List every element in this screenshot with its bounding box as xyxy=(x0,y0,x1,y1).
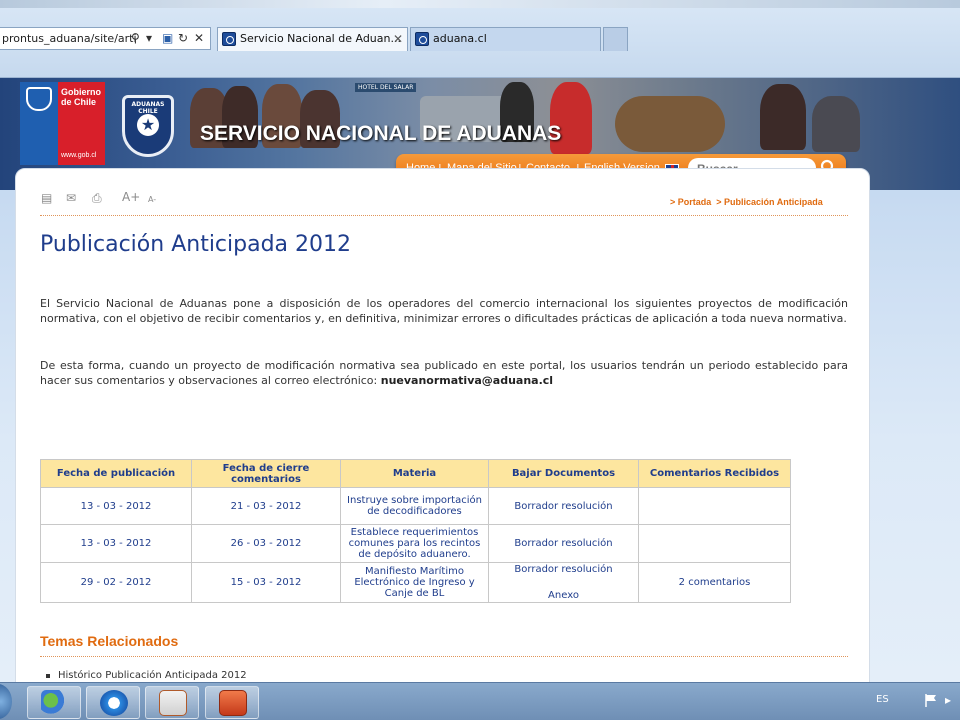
chevron-down-icon[interactable]: ▾ xyxy=(146,28,152,49)
col-header-materia: Materia xyxy=(340,459,489,488)
cell-fecha-publicacion: 13 - 03 - 2012 xyxy=(40,487,192,525)
table-row: 13 - 03 - 2012 26 - 03 - 2012 Establece … xyxy=(40,524,791,563)
cell-fecha-cierre: 21 - 03 - 2012 xyxy=(191,487,341,525)
cell-materia: Establece requerimientos comunes para lo… xyxy=(340,524,489,563)
page-title: Publicación Anticipada 2012 xyxy=(40,232,352,257)
document-link[interactable]: Borrador resolución xyxy=(514,538,612,549)
aduana-favicon-icon xyxy=(415,32,429,46)
divider xyxy=(40,656,848,657)
gob-url: www.gob.cl xyxy=(61,152,97,159)
tab-aduana[interactable]: aduana.cl xyxy=(410,27,601,51)
java-icon xyxy=(159,690,187,716)
contact-email[interactable]: nuevanormativa@aduana.cl xyxy=(381,374,553,387)
cell-fecha-cierre: 26 - 03 - 2012 xyxy=(191,524,341,563)
related-topics-title: Temas Relacionados xyxy=(40,633,179,649)
table-header-row: Fecha de publicación Fecha de cierre com… xyxy=(40,459,791,488)
cell-comentarios xyxy=(638,487,791,525)
chile-coat-of-arms-icon xyxy=(26,87,52,111)
cell-fecha-publicacion: 13 - 03 - 2012 xyxy=(40,524,192,563)
tab-servicio-nacional[interactable]: Servicio Nacional de Aduan... ✕ xyxy=(217,27,408,51)
banner-photo xyxy=(760,84,806,150)
aduanas-chile-logo[interactable]: ADUANAS CHILE ★ xyxy=(122,95,174,157)
refresh-icon[interactable]: ↻ xyxy=(178,28,188,49)
taskbar-app-users[interactable] xyxy=(27,686,81,719)
banner-sign: HOTEL DEL SALAR xyxy=(355,83,417,92)
taskbar: ES ▸ xyxy=(0,682,960,720)
col-header-fecha-publicacion: Fecha de publicación xyxy=(40,459,192,488)
compatibility-icon[interactable]: ▣ xyxy=(162,28,173,49)
info-paragraph: De esta forma, cuando un proyecto de mod… xyxy=(40,359,848,388)
address-bar[interactable]: prontus_aduana/site/arti ⚲ ▾ ▣ ↻ ✕ xyxy=(0,27,211,50)
start-button[interactable] xyxy=(0,684,12,719)
users-icon xyxy=(41,690,69,716)
action-center-flag-icon[interactable] xyxy=(925,694,937,707)
document-icon[interactable]: ▤ xyxy=(41,191,52,205)
star-icon: ★ xyxy=(137,114,159,136)
aduana-logo-text: ADUANAS CHILE xyxy=(131,101,165,115)
cell-comentarios: 2 comentarios xyxy=(638,562,791,603)
publications-table: Fecha de publicación Fecha de cierre com… xyxy=(40,459,791,603)
banner-photo-dog xyxy=(615,96,725,152)
gob-logo-text: Gobierno de Chile xyxy=(61,87,101,107)
intro-paragraph: El Servicio Nacional de Aduanas pone a d… xyxy=(40,297,848,325)
address-text: prontus_aduana/site/arti xyxy=(2,32,137,45)
print-icon[interactable]: ⎙ xyxy=(92,191,102,206)
related-topic-link[interactable]: Histórico Publicación Anticipada 2012 xyxy=(58,670,247,681)
cell-documento: Borrador resolución Anexo xyxy=(488,562,639,603)
col-header-bajar-documentos: Bajar Documentos xyxy=(488,459,639,488)
gobierno-de-chile-logo[interactable]: Gobierno de Chile www.gob.cl xyxy=(20,82,105,165)
web-page: HOTEL DEL SALAR Gobierno de Chile www.go… xyxy=(0,78,960,682)
comments-link[interactable]: 2 comentarios xyxy=(679,577,751,588)
tray-expand-icon[interactable]: ▸ xyxy=(945,693,951,707)
cell-fecha-publicacion: 29 - 02 - 2012 xyxy=(40,562,192,603)
taskbar-app-powerpoint[interactable] xyxy=(205,686,259,719)
col-header-fecha-cierre: Fecha de cierre comentarios xyxy=(191,459,341,488)
font-increase-button[interactable]: A+ xyxy=(122,190,140,204)
language-indicator[interactable]: ES xyxy=(876,694,889,705)
cell-comentarios xyxy=(638,524,791,563)
search-icon[interactable]: ⚲ xyxy=(131,28,140,49)
annex-link[interactable]: Anexo xyxy=(492,590,635,601)
email-icon[interactable]: ✉ xyxy=(66,191,76,205)
taskbar-app-internet-explorer[interactable] xyxy=(86,686,140,719)
table-row: 13 - 03 - 2012 21 - 03 - 2012 Instruye s… xyxy=(40,487,791,525)
tab-label: Servicio Nacional de Aduan... xyxy=(240,32,401,45)
taskbar-app-java[interactable] xyxy=(145,686,199,719)
cell-materia: Manifiesto Marítimo Electrónico de Ingre… xyxy=(340,562,489,603)
cell-documento: Borrador resolución xyxy=(488,487,639,525)
tab-label: aduana.cl xyxy=(433,32,487,45)
col-header-comentarios: Comentarios Recibidos xyxy=(638,459,791,488)
internet-explorer-icon xyxy=(100,690,128,716)
powerpoint-icon xyxy=(219,690,247,716)
document-link[interactable]: Borrador resolución xyxy=(514,501,612,512)
new-tab-button[interactable] xyxy=(603,27,628,51)
cell-documento: Borrador resolución xyxy=(488,524,639,563)
breadcrumb-home[interactable]: > Portada xyxy=(670,197,711,207)
aduana-favicon-icon xyxy=(222,32,236,46)
site-title: SERVICIO NACIONAL DE ADUANAS xyxy=(200,122,562,145)
close-icon[interactable]: ✕ xyxy=(393,28,403,50)
font-decrease-button[interactable]: A- xyxy=(148,195,156,204)
bullet xyxy=(46,674,50,678)
breadcrumb: > Portada > Publicación Anticipada xyxy=(670,197,823,207)
cell-materia: Instruye sobre importación de decodifica… xyxy=(340,487,489,525)
divider xyxy=(40,215,848,216)
breadcrumb-current[interactable]: > Publicación Anticipada xyxy=(716,197,822,207)
table-row: 29 - 02 - 2012 15 - 03 - 2012 Manifiesto… xyxy=(40,562,791,603)
banner-photo xyxy=(812,96,860,152)
cell-fecha-cierre: 15 - 03 - 2012 xyxy=(191,562,341,603)
stop-icon[interactable]: ✕ xyxy=(194,28,204,49)
chrome-shine xyxy=(0,0,960,8)
document-link[interactable]: Borrador resolución xyxy=(492,564,635,575)
browser-chrome: prontus_aduana/site/arti ⚲ ▾ ▣ ↻ ✕ Servi… xyxy=(0,0,960,78)
